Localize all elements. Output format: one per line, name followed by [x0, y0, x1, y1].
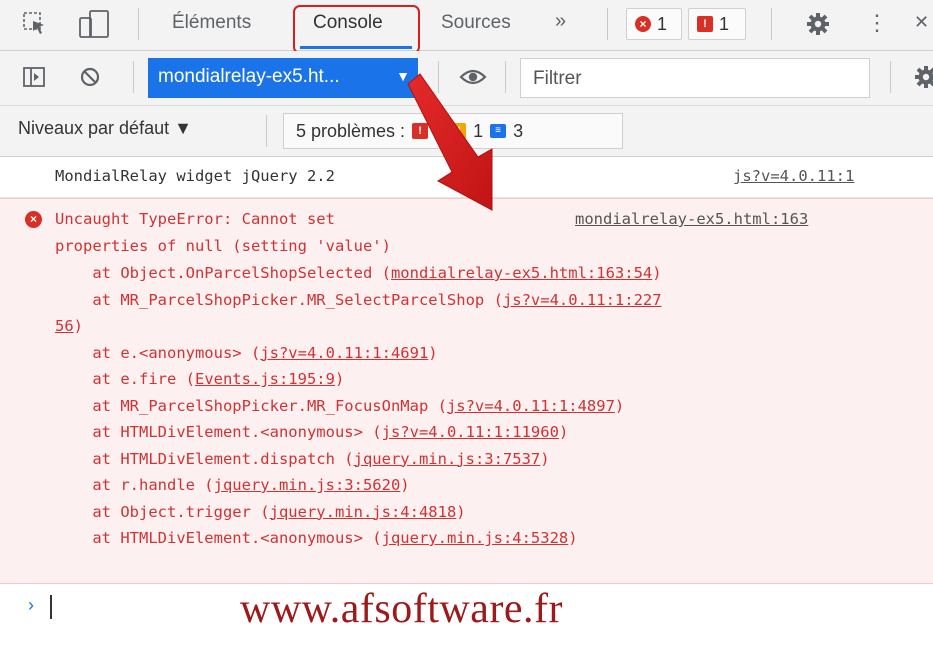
issues-count-badge[interactable]: ! 1	[688, 8, 746, 40]
stack-frame-text: )	[558, 423, 569, 441]
error-icon: ×	[25, 211, 42, 228]
console-input-cursor[interactable]	[50, 595, 52, 619]
separator	[266, 115, 267, 147]
filter-input[interactable]: Filtrer	[520, 58, 870, 98]
stack-frame-text: )	[428, 343, 438, 362]
separator	[505, 61, 506, 93]
sidebar-toggle-icon[interactable]	[22, 65, 46, 89]
devtools-tab-bar: Éléments Console Sources » × 1 ! 1 ⋮ ✕	[0, 0, 933, 54]
problem-info-count: 3	[513, 120, 524, 141]
stack-frame: at HTMLDivElement.<anonymous> (js?v=4.0.…	[55, 419, 662, 446]
error-icon: ×	[635, 16, 651, 32]
stack-trace: at Object.OnParcelShopSelected (mondialr…	[55, 260, 662, 552]
stack-frame-text: )	[334, 370, 345, 388]
chevron-down-icon: ▼	[396, 68, 410, 84]
stack-frame-link[interactable]: js?v=4.0.11:1:4691	[260, 344, 428, 362]
problem-warning-icon: !	[452, 123, 467, 139]
filter-placeholder: Filtrer	[533, 68, 582, 89]
settings-gear-icon[interactable]	[806, 12, 830, 36]
stack-frame-text: at MR_ParcelShopPicker.MR_SelectParcelSh…	[55, 290, 503, 309]
console-tab-highlight	[293, 5, 420, 54]
stack-frame-link[interactable]: jquery.min.js:4:5328	[382, 529, 569, 547]
separator	[438, 61, 439, 93]
stack-frame: 56)	[55, 313, 662, 340]
stack-frame: at e.<anonymous> (js?v=4.0.11:1:4691)	[55, 340, 662, 367]
console-settings-gear-icon[interactable]	[914, 65, 933, 89]
error-source-link[interactable]: mondialrelay-ex5.html:163	[575, 206, 808, 232]
javascript-context-selector[interactable]: mondialrelay-ex5.ht... ▼	[148, 58, 418, 98]
stack-frame-text: at HTMLDivElement.<anonymous> (	[55, 529, 382, 547]
error-message-line-1: Uncaught TypeError: Cannot set	[55, 210, 335, 228]
inspect-element-icon[interactable]	[22, 11, 48, 37]
stack-frame: at Object.trigger (jquery.min.js:4:4818)	[55, 499, 662, 526]
separator	[771, 8, 772, 40]
stack-frame: at HTMLDivElement.dispatch (jquery.min.j…	[55, 446, 662, 473]
log-source-link[interactable]: js?v=4.0.11:1	[733, 167, 854, 185]
problem-info-icon: ≡	[490, 124, 507, 138]
stack-frame-link[interactable]: 56	[55, 317, 74, 335]
separator	[890, 61, 891, 93]
issue-icon: !	[697, 16, 713, 32]
stack-frame-link[interactable]: js?v=4.0.11:1:11960	[382, 423, 559, 441]
stack-frame-link[interactable]: Events.js:195:9	[195, 370, 335, 388]
stack-frame-link[interactable]: js?v=4.0.11:1:227	[503, 291, 662, 309]
stack-frame-text: )	[614, 396, 625, 415]
stack-frame-text: at e.fire (	[55, 370, 195, 388]
stack-frame-text: at HTMLDivElement.<anonymous> (	[55, 423, 382, 441]
error-count-badge[interactable]: × 1	[626, 8, 682, 40]
problem-error-icon: !	[412, 123, 429, 139]
stack-frame-text: at r.handle (	[55, 476, 214, 494]
stack-frame-text: )	[568, 529, 578, 547]
kebab-menu-icon[interactable]: ⋮	[866, 10, 888, 36]
stack-frame: at MR_ParcelShopPicker.MR_FocusOnMap (js…	[55, 393, 662, 420]
tab-elements[interactable]: Éléments	[172, 12, 251, 34]
problem-warning-count: 1	[473, 120, 484, 141]
stack-frame: at Object.OnParcelShopSelected (mondialr…	[55, 260, 662, 287]
console-log-message: MondialRelay widget jQuery 2.2 js?v=4.0.…	[0, 157, 933, 198]
stack-frame-text: at MR_ParcelShopPicker.MR_FocusOnMap (	[55, 396, 447, 415]
live-expression-eye-icon[interactable]	[459, 65, 487, 89]
separator	[138, 8, 139, 40]
stack-frame-text: at e.<anonymous> (	[55, 343, 261, 362]
more-tabs-button[interactable]: »	[555, 10, 566, 33]
stack-frame-text: )	[400, 476, 410, 494]
tab-sources[interactable]: Sources	[441, 12, 511, 34]
stack-frame: at HTMLDivElement.<anonymous> (jquery.mi…	[55, 525, 662, 552]
stack-frame: at r.handle (jquery.min.js:3:5620)	[55, 472, 662, 499]
error-message-line-2: properties of null (setting 'value')	[55, 237, 391, 255]
context-value: mondialrelay-ex5.ht...	[158, 66, 340, 87]
console-error-message: × Uncaught TypeError: Cannot set mondial…	[0, 198, 933, 584]
watermark: www.afsoftware.fr	[240, 586, 563, 632]
stack-frame-text: at HTMLDivElement.dispatch (	[55, 449, 354, 468]
stack-frame-text: )	[652, 264, 662, 282]
log-levels-dropdown[interactable]: Niveaux par défaut ▼	[18, 118, 192, 139]
stack-frame-link[interactable]: jquery.min.js:4:4818	[270, 503, 457, 521]
device-toolbar-icon[interactable]	[78, 8, 112, 40]
problems-label: 5 problèmes :	[296, 120, 406, 141]
stack-frame-text: at Object.OnParcelShopSelected (	[55, 264, 391, 282]
problems-button[interactable]: 5 problèmes : ! 1 ! 1 ≡ 3	[283, 113, 623, 149]
issue-count: 1	[719, 13, 730, 34]
stack-frame-text: )	[456, 502, 466, 521]
close-icon[interactable]: ✕	[914, 12, 929, 33]
stack-frame-link[interactable]: mondialrelay-ex5.html:163:54	[391, 264, 652, 282]
console-prompt-icon: ›	[28, 595, 34, 615]
stack-frame: at e.fire (Events.js:195:9)	[55, 366, 662, 393]
stack-frame-link[interactable]: jquery.min.js:3:7537	[354, 450, 541, 468]
error-count: 1	[657, 13, 668, 34]
console-messages: MondialRelay widget jQuery 2.2 js?v=4.0.…	[0, 157, 933, 655]
separator	[133, 61, 134, 93]
stack-frame-text: )	[73, 317, 84, 335]
stack-frame-text: at Object.trigger (	[55, 502, 270, 521]
clear-console-icon[interactable]	[78, 65, 102, 89]
stack-frame: at MR_ParcelShopPicker.MR_SelectParcelSh…	[55, 287, 662, 314]
stack-frame-text: )	[540, 449, 550, 468]
stack-frame-link[interactable]: js?v=4.0.11:1:4897	[447, 397, 615, 415]
log-text: MondialRelay widget jQuery 2.2	[55, 167, 335, 185]
separator	[607, 8, 608, 40]
problem-error-count: 1	[435, 120, 446, 141]
stack-frame-link[interactable]: jquery.min.js:3:5620	[214, 476, 401, 494]
